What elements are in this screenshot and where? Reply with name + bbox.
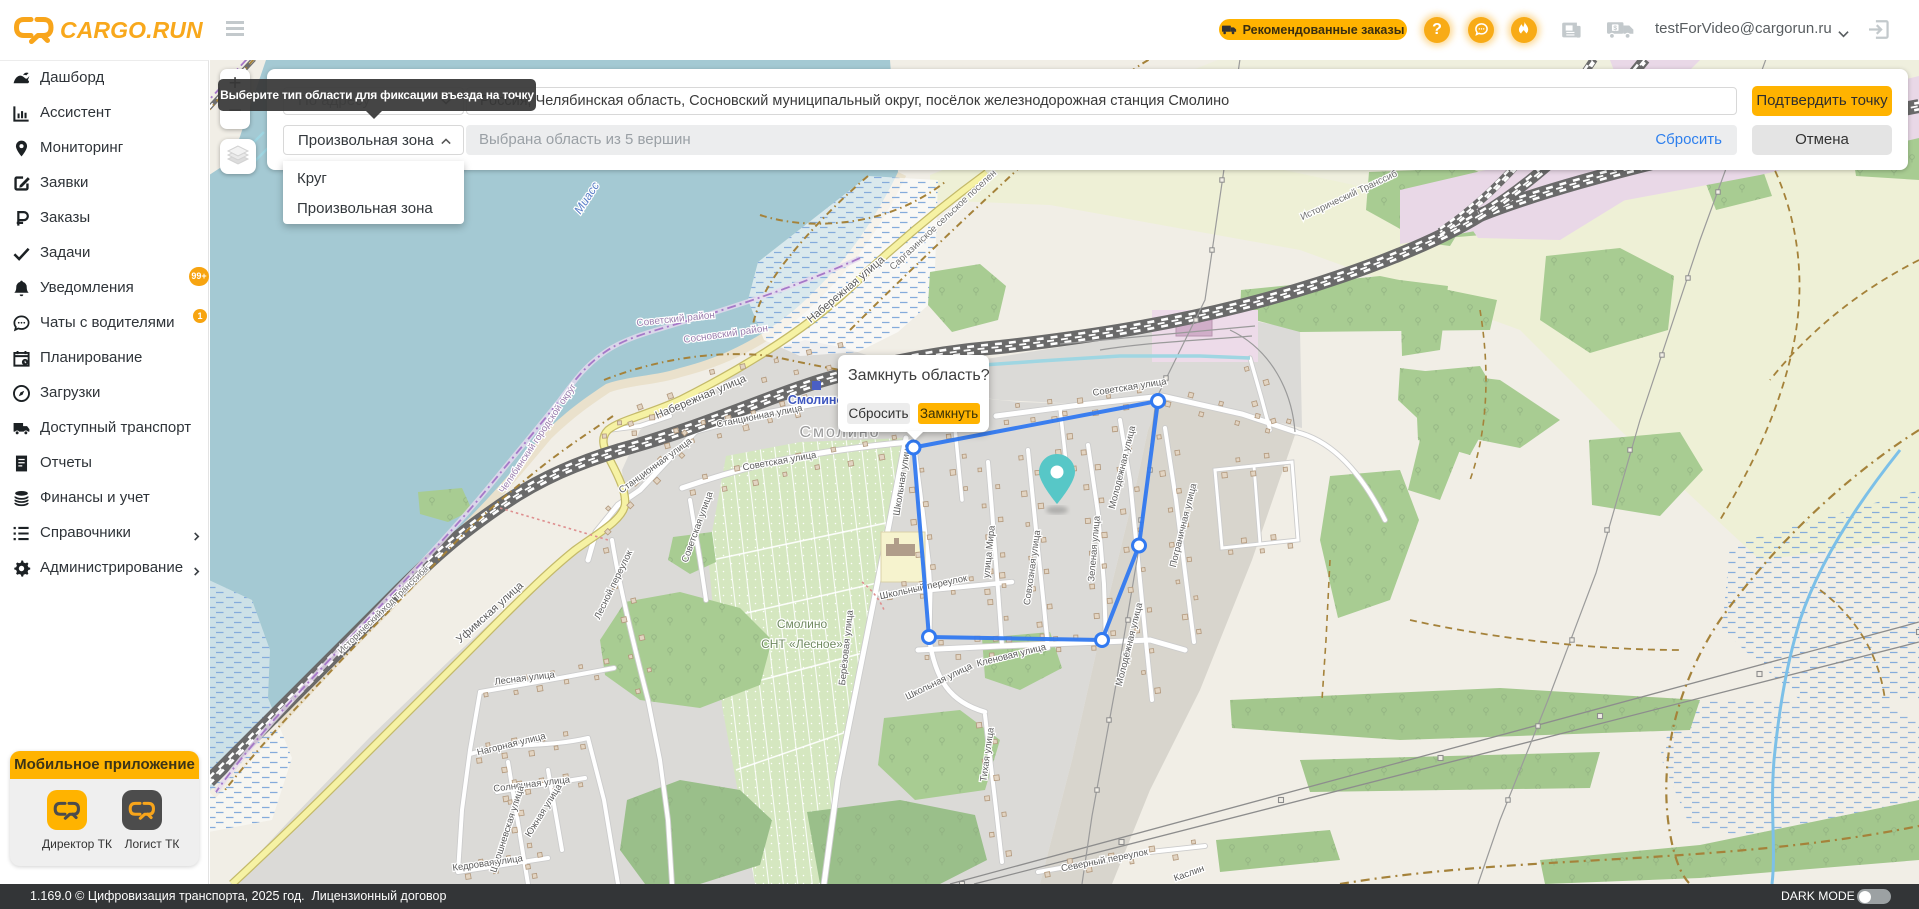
svg-text:$: $	[1613, 25, 1617, 32]
